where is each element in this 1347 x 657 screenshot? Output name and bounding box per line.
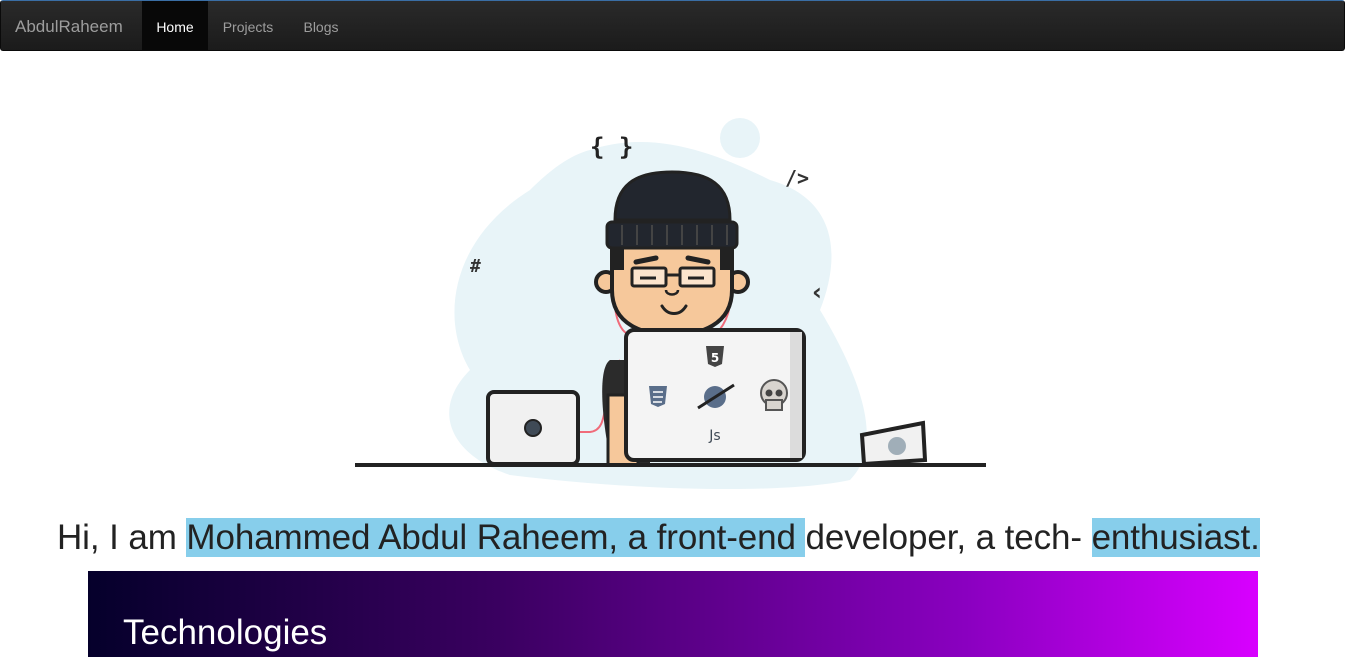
hash-symbol: # — [470, 256, 481, 277]
technologies-title: Technologies — [123, 613, 328, 652]
css3-icon — [649, 386, 667, 407]
intro-prefix: Hi, I am — [57, 518, 187, 557]
js-label: Js — [708, 428, 720, 444]
brand-link[interactable]: AbdulRaheem — [15, 17, 123, 37]
chevron-symbol: ‹ — [812, 278, 822, 306]
nav-item-home[interactable]: Home — [142, 1, 208, 50]
html5-icon: 5 — [706, 346, 724, 367]
intro-highlight-name: Mohammed Abdul Raheem, a front-end — [186, 518, 806, 557]
developer-head — [610, 238, 734, 338]
technologies-banner: Technologies — [88, 571, 1258, 657]
tag-symbol: /> — [785, 166, 809, 190]
braces-symbol: { } — [590, 133, 633, 161]
intro-middle: developer, a tech- — [805, 518, 1092, 557]
developer-illustration: { } /> # ‹ 5 Js — [355, 118, 986, 490]
nav-item-blogs[interactable]: Blogs — [288, 1, 354, 50]
intro-heading: Hi, I am Mohammed Abdul Raheem, a front-… — [57, 518, 1260, 558]
nav-item-projects[interactable]: Projects — [208, 1, 288, 50]
intro-highlight-enthusiast: enthusiast. — [1091, 518, 1260, 557]
hero-illustration: { } /> # ‹ 5 Js — [350, 110, 1000, 495]
navbar: AbdulRaheem Home Projects Blogs — [0, 0, 1345, 51]
svg-text:5: 5 — [711, 351, 719, 365]
blob-bubble — [720, 118, 760, 158]
